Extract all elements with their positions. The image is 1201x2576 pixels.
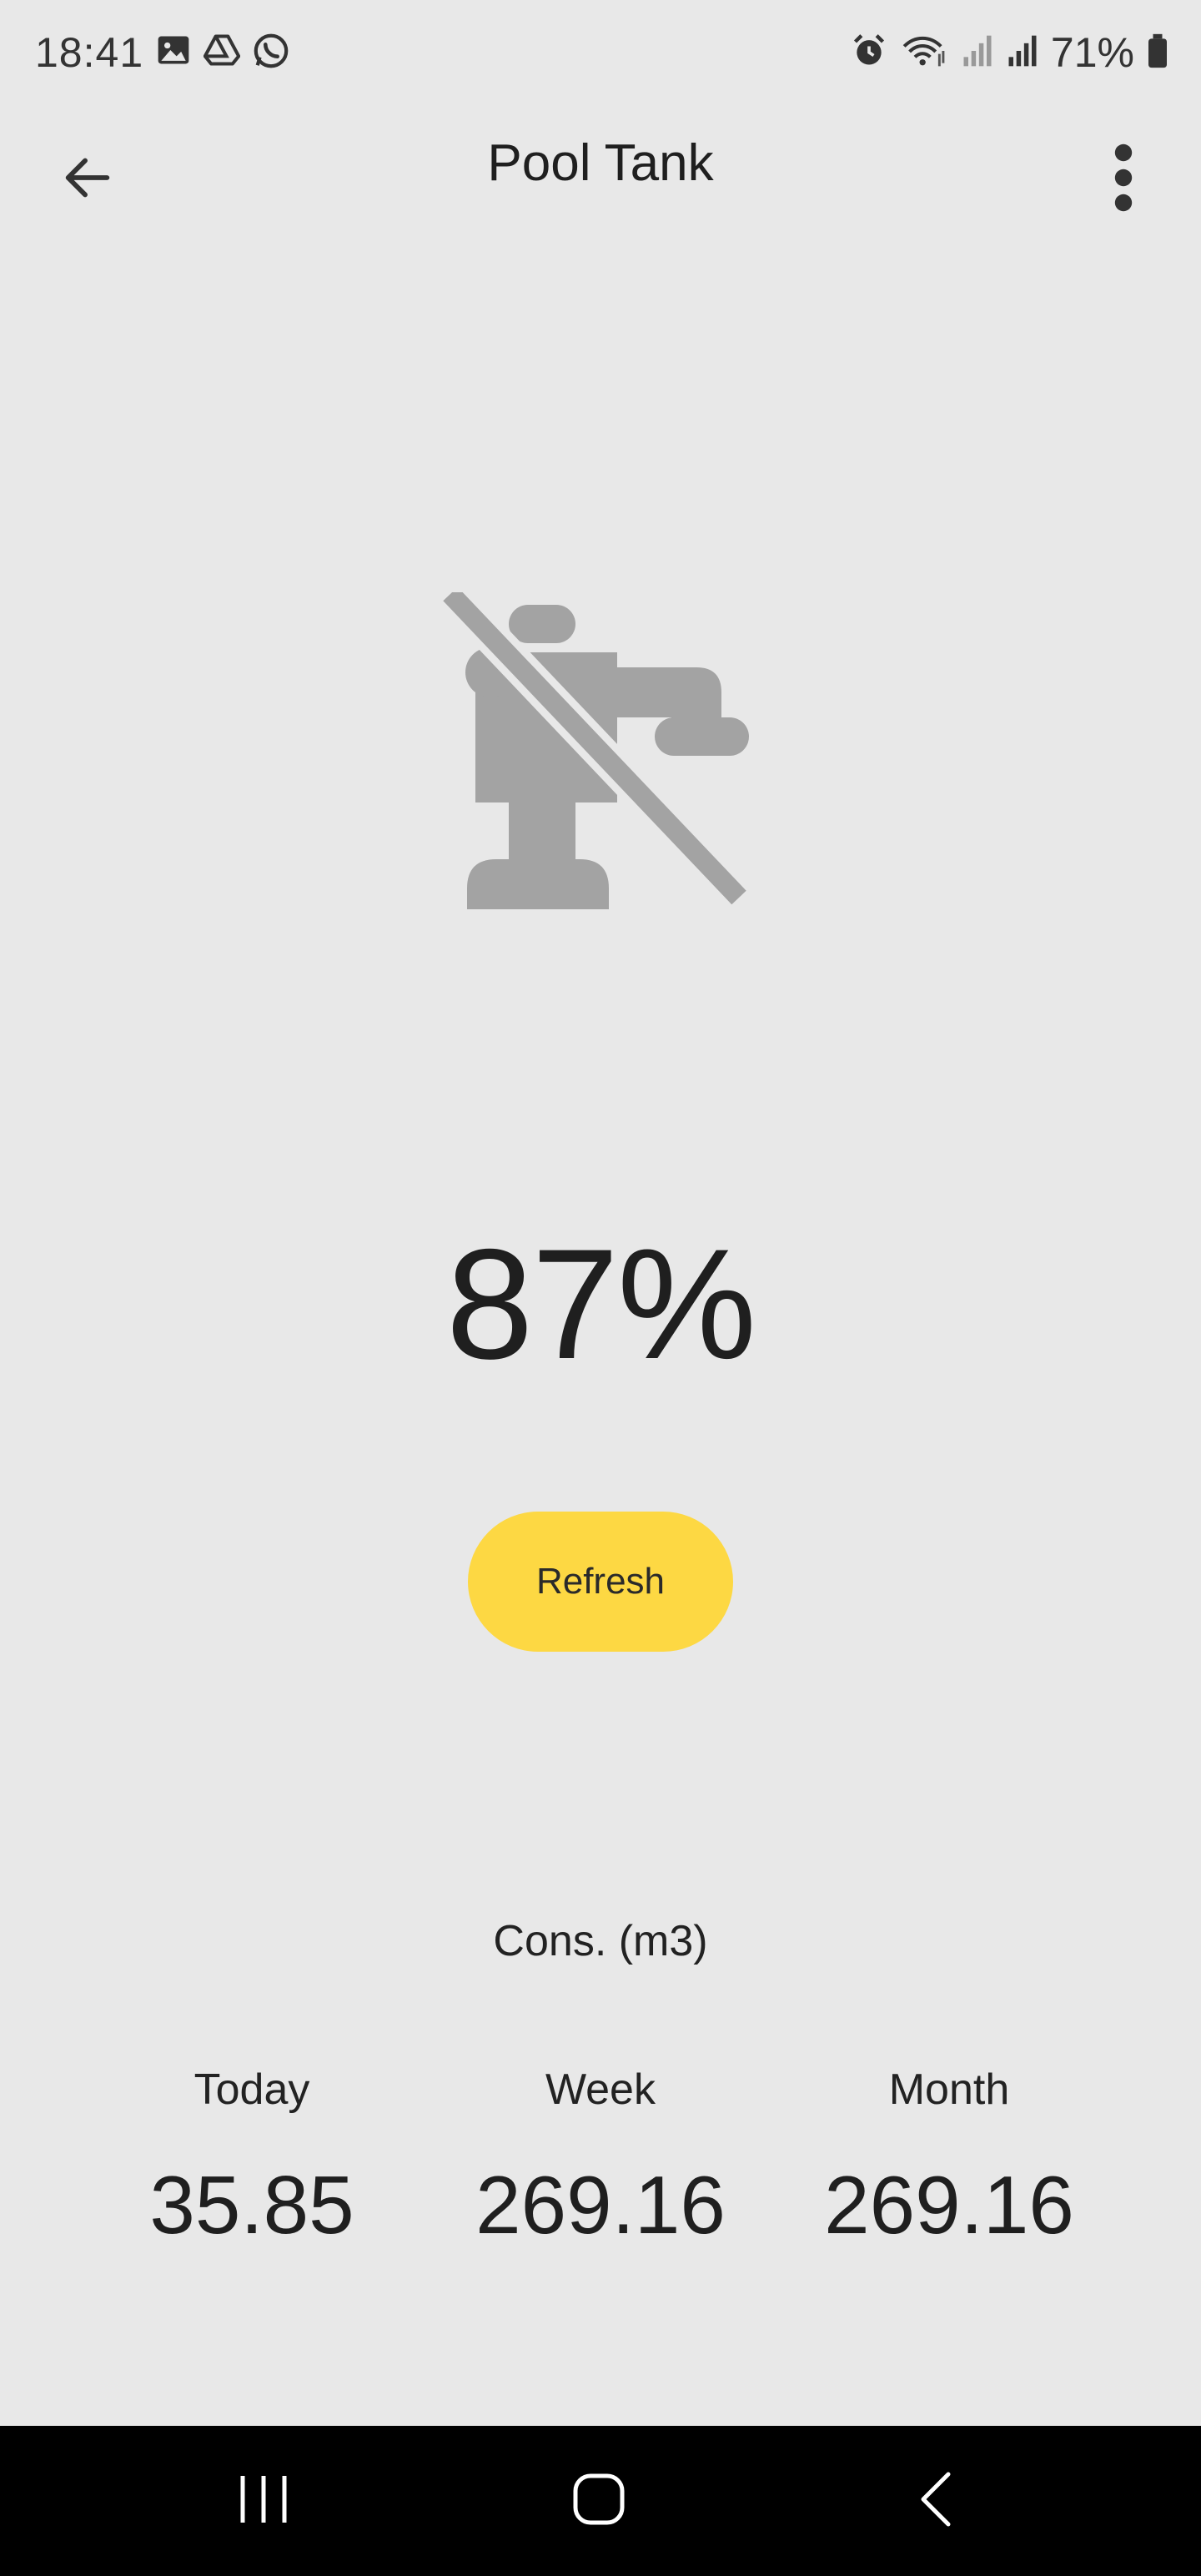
image-icon [155, 32, 192, 74]
stat-value: 269.16 [824, 2159, 1074, 2251]
wifi-icon [899, 33, 949, 73]
app-bar: Pool Tank [0, 108, 1201, 234]
battery-percentage: 71% [1050, 29, 1134, 76]
home-button[interactable] [540, 2451, 657, 2551]
stat-label: Month [888, 2065, 1010, 2114]
drive-icon [203, 32, 241, 74]
stat-today: Today 35.85 [77, 2065, 427, 2252]
recent-apps-button[interactable] [205, 2451, 322, 2551]
signal-icon [961, 33, 994, 73]
home-icon [571, 2472, 626, 2531]
nav-back-button[interactable] [877, 2451, 994, 2551]
status-notification-icons [155, 32, 290, 74]
consumption-label: Cons. (m3) [493, 1917, 708, 1965]
more-options-button[interactable] [1086, 133, 1161, 225]
back-icon [915, 2470, 957, 2533]
stat-value: 269.16 [475, 2159, 726, 2251]
status-system-icons: 71% [851, 28, 1169, 77]
status-time: 18:41 [35, 29, 144, 76]
tank-level-value: 87% [445, 1216, 756, 1391]
page-title: Pool Tank [487, 134, 714, 192]
faucet-off-icon [440, 585, 759, 909]
signal-icon [1006, 33, 1039, 73]
status-bar: 18:41 71% [0, 0, 1201, 108]
stat-week: Week 269.16 [425, 2065, 776, 2252]
recent-apps-icon [234, 2473, 293, 2530]
system-nav-bar [0, 2426, 1201, 2576]
stat-value: 35.85 [149, 2159, 354, 2251]
alarm-icon [851, 33, 887, 73]
stat-label: Week [545, 2065, 656, 2114]
stat-label: Today [193, 2065, 310, 2114]
stat-month: Month 269.16 [774, 2065, 1124, 2252]
refresh-button[interactable]: Refresh [468, 1512, 733, 1652]
more-vert-icon [1111, 143, 1136, 217]
whatsapp-icon [252, 32, 290, 74]
battery-icon [1146, 33, 1169, 73]
